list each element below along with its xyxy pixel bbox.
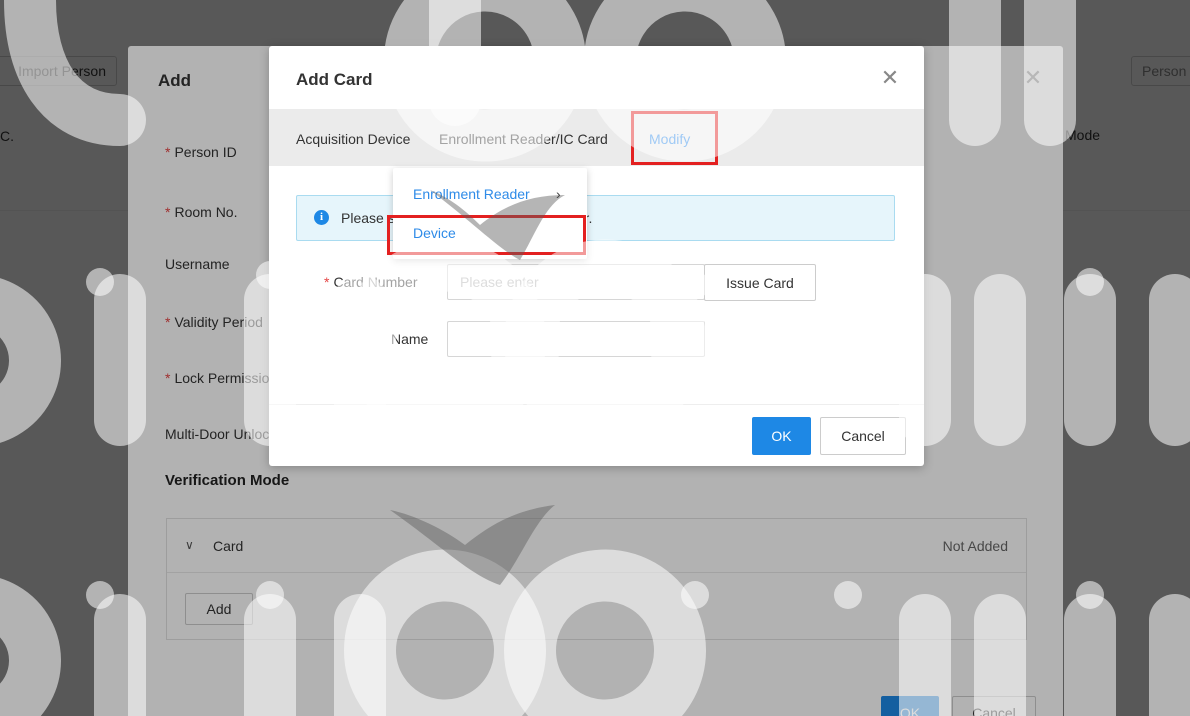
- name-input[interactable]: [447, 321, 705, 357]
- add-card-dialog: Add Card ✕ Acquisition Device Enrollment…: [269, 46, 924, 466]
- cancel-button[interactable]: Cancel: [820, 417, 906, 455]
- card-number-label: * Card Number: [324, 274, 418, 290]
- info-alert: i Please swipe card or enter card number…: [296, 195, 895, 241]
- card-number-input[interactable]: [447, 264, 705, 300]
- dropdown-item-enrollment-reader[interactable]: Enrollment Reader ›: [393, 176, 587, 212]
- divider: [269, 404, 924, 405]
- highlight-box-device: [387, 215, 586, 255]
- ok-button[interactable]: OK: [752, 417, 811, 455]
- issue-card-button[interactable]: Issue Card: [704, 264, 816, 301]
- name-label: Name: [391, 331, 429, 347]
- acquisition-device-bar: Acquisition Device Enrollment Reader/IC …: [269, 109, 924, 166]
- close-icon[interactable]: ✕: [877, 65, 903, 91]
- acquisition-device-value: Enrollment Reader/IC Card: [439, 131, 608, 147]
- highlight-box-modify: [631, 111, 718, 165]
- info-icon: i: [314, 210, 329, 225]
- dialog-title: Add Card: [296, 70, 373, 89]
- acquisition-device-label: Acquisition Device: [296, 131, 411, 147]
- chevron-right-icon: ›: [556, 186, 561, 202]
